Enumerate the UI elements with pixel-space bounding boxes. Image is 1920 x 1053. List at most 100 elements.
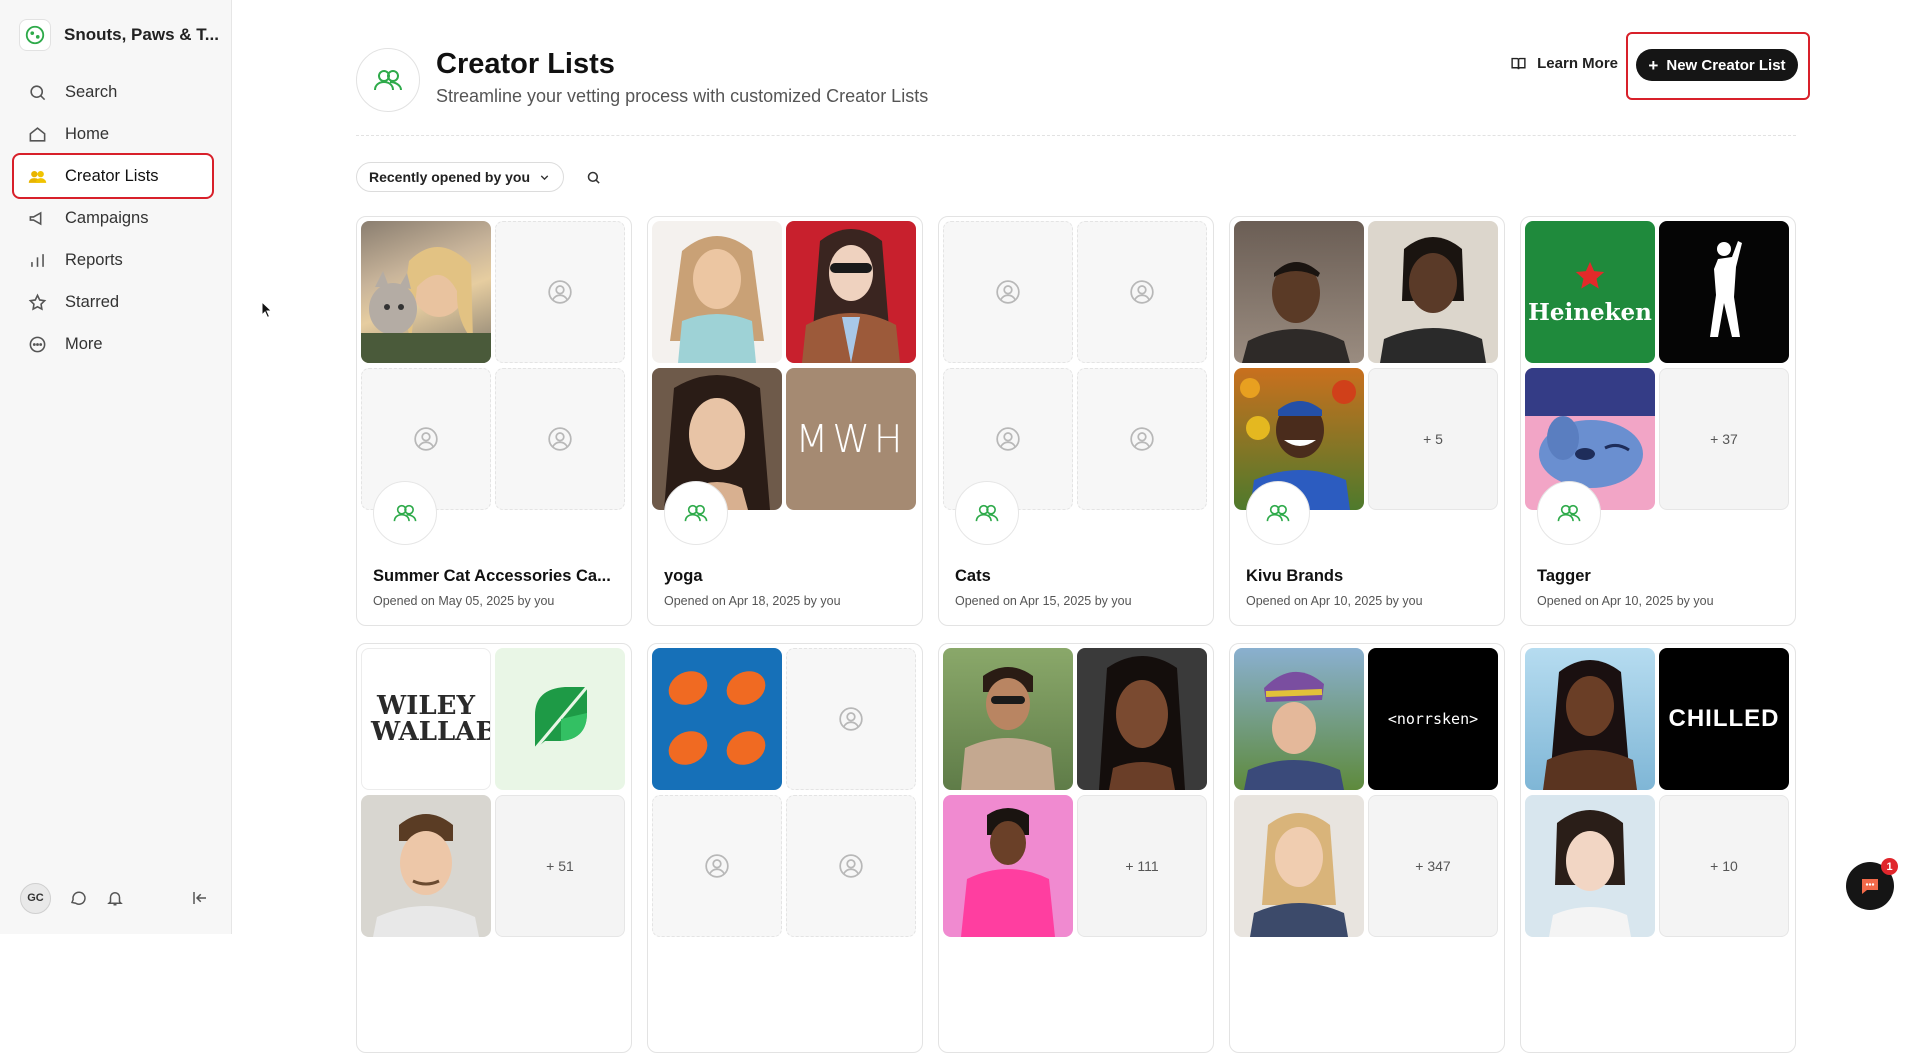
chat-icon (1862, 879, 1878, 894)
card-title: yoga (664, 567, 703, 585)
sidebar-nav: Search Home Creator Lists Campaigns Repo… (12, 71, 214, 365)
card-title: Tagger (1537, 567, 1591, 585)
card-subtitle: Opened on Apr 10, 2025 by you (1537, 594, 1714, 608)
creator-list-card[interactable]: Summer Cat Accessories Ca... Opened on M… (356, 216, 632, 626)
creator-avatar (361, 795, 491, 937)
sidebar-item-search[interactable]: Search (14, 71, 212, 113)
page-header: Creator Lists Streamline your vetting pr… (356, 32, 1810, 136)
new-creator-list-button[interactable]: + New Creator List (1636, 49, 1798, 81)
creator-list-card[interactable]: Heineken + 37 Tagger Opened on Apr 10, 2… (1520, 216, 1796, 626)
sidebar-item-creator-lists[interactable]: Creator Lists (12, 153, 214, 199)
search-icon (30, 84, 46, 100)
bell-icon[interactable] (105, 888, 125, 908)
page-title: Creator Lists (436, 48, 615, 80)
heineken-logo-text: Heineken (1528, 298, 1652, 326)
norrsken-logo: <norrsken> (1368, 648, 1498, 790)
sidebar-item-label: Campaigns (65, 208, 149, 227)
creator-list-icon (664, 481, 728, 545)
sidebar: Snouts, Paws & T... Search Home Creator … (0, 0, 232, 934)
more-creators-count: + 111 (1077, 795, 1207, 937)
creator-avatar (361, 221, 491, 363)
sidebar-footer: GC (20, 882, 210, 914)
main-content: Creator Lists Streamline your vetting pr… (232, 0, 1920, 1053)
user-placeholder-icon (996, 280, 1020, 304)
learn-more-link[interactable]: Learn More (1510, 55, 1618, 72)
creator-avatar (1077, 648, 1207, 790)
support-chat-button[interactable]: 1 (1846, 858, 1898, 910)
home-icon (29, 126, 46, 142)
sidebar-item-campaigns[interactable]: Campaigns (14, 197, 212, 239)
creator-avatar (943, 648, 1073, 790)
creator-avatar (1368, 221, 1498, 363)
user-placeholder-icon (548, 427, 572, 451)
chevron-down-icon (540, 174, 549, 180)
creator-avatar (1525, 795, 1655, 937)
empty-avatar-placeholder (943, 221, 1073, 363)
avatar[interactable]: GC (20, 882, 51, 914)
creator-list-card[interactable]: Cats Opened on Apr 15, 2025 by you (938, 216, 1214, 626)
creator-list-card[interactable]: CHILLED + 10 (1520, 643, 1796, 1053)
card-title: Kivu Brands (1246, 567, 1344, 585)
creator-avatar (1525, 648, 1655, 790)
user-placeholder-icon (414, 427, 438, 451)
card-subtitle: Opened on Apr 15, 2025 by you (955, 594, 1132, 608)
card-subtitle: Opened on Apr 10, 2025 by you (1246, 594, 1423, 608)
more-creators-count: + 51 (495, 795, 625, 937)
sidebar-item-label: Creator Lists (65, 166, 159, 185)
creator-avatar (1234, 795, 1364, 937)
creator-avatar (652, 221, 782, 363)
red-star-icon (1575, 261, 1605, 289)
user-placeholder-icon (1130, 280, 1154, 304)
sidebar-item-starred[interactable]: Starred (14, 281, 212, 323)
empty-avatar-placeholder (495, 368, 625, 510)
sidebar-item-home[interactable]: Home (14, 113, 212, 155)
dots-logo (652, 648, 782, 790)
empty-avatar-placeholder (1077, 368, 1207, 510)
chat-notification-badge: 1 (1881, 858, 1898, 875)
creator-list-card[interactable]: + 111 (938, 643, 1214, 1053)
norrsken-logo-text: <norrsken> (1387, 710, 1479, 728)
chat-bubble-icon[interactable] (68, 888, 88, 908)
sidebar-item-reports[interactable]: Reports (14, 239, 212, 281)
search-icon (587, 171, 600, 184)
page-subtitle: Streamline your vetting process with cus… (436, 86, 929, 106)
user-placeholder-icon (1130, 427, 1154, 451)
bar-chart-icon (31, 253, 44, 267)
sidebar-item-label: Home (65, 124, 110, 143)
creator-list-card[interactable]: <norrsken> + 347 (1229, 643, 1505, 1053)
sidebar-item-label: Starred (65, 292, 120, 311)
creator-list-card[interactable]: + 5 Kivu Brands Opened on Apr 10, 2025 b… (1229, 216, 1505, 626)
new-creator-list-label: New Creator List (1666, 56, 1786, 74)
heineken-logo: Heineken (1525, 221, 1655, 363)
silhouette-logo (1659, 221, 1789, 363)
list-search-button[interactable] (578, 162, 608, 192)
creator-avatar (943, 795, 1073, 937)
more-icon (29, 336, 46, 352)
user-placeholder-icon (839, 707, 863, 731)
empty-avatar-placeholder (495, 221, 625, 363)
creator-list-icon (1537, 481, 1601, 545)
mouse-cursor-icon (261, 301, 273, 319)
sidebar-item-label: Reports (65, 250, 123, 269)
more-creators-count: + 10 (1659, 795, 1789, 937)
sort-dropdown[interactable]: Recently opened by you (356, 162, 565, 192)
creator-list-card[interactable] (647, 643, 923, 1053)
book-icon (1511, 57, 1526, 70)
empty-avatar-placeholder (1077, 221, 1207, 363)
learn-more-label: Learn More (1537, 55, 1618, 72)
sidebar-item-label: Search (65, 82, 118, 101)
creator-list-card[interactable]: MWH yoga Opened on Apr 18, 2025 by you (647, 216, 923, 626)
filter-bar: Recently opened by you (356, 162, 608, 192)
empty-avatar-placeholder (786, 795, 916, 937)
creator-list-card[interactable]: WILEY WALLABY + 51 (356, 643, 632, 1053)
megaphone-icon (29, 211, 42, 225)
creator-list-icon (373, 481, 437, 545)
sidebar-item-more[interactable]: More (14, 323, 212, 365)
user-placeholder-icon (996, 427, 1020, 451)
user-placeholder-icon (705, 854, 729, 878)
workspace-switcher[interactable]: Snouts, Paws & T... (19, 19, 219, 51)
creator-avatar (786, 221, 916, 363)
collapse-sidebar-icon[interactable] (190, 888, 210, 908)
creator-avatar (1234, 221, 1364, 363)
card-subtitle: Opened on Apr 18, 2025 by you (664, 594, 841, 608)
